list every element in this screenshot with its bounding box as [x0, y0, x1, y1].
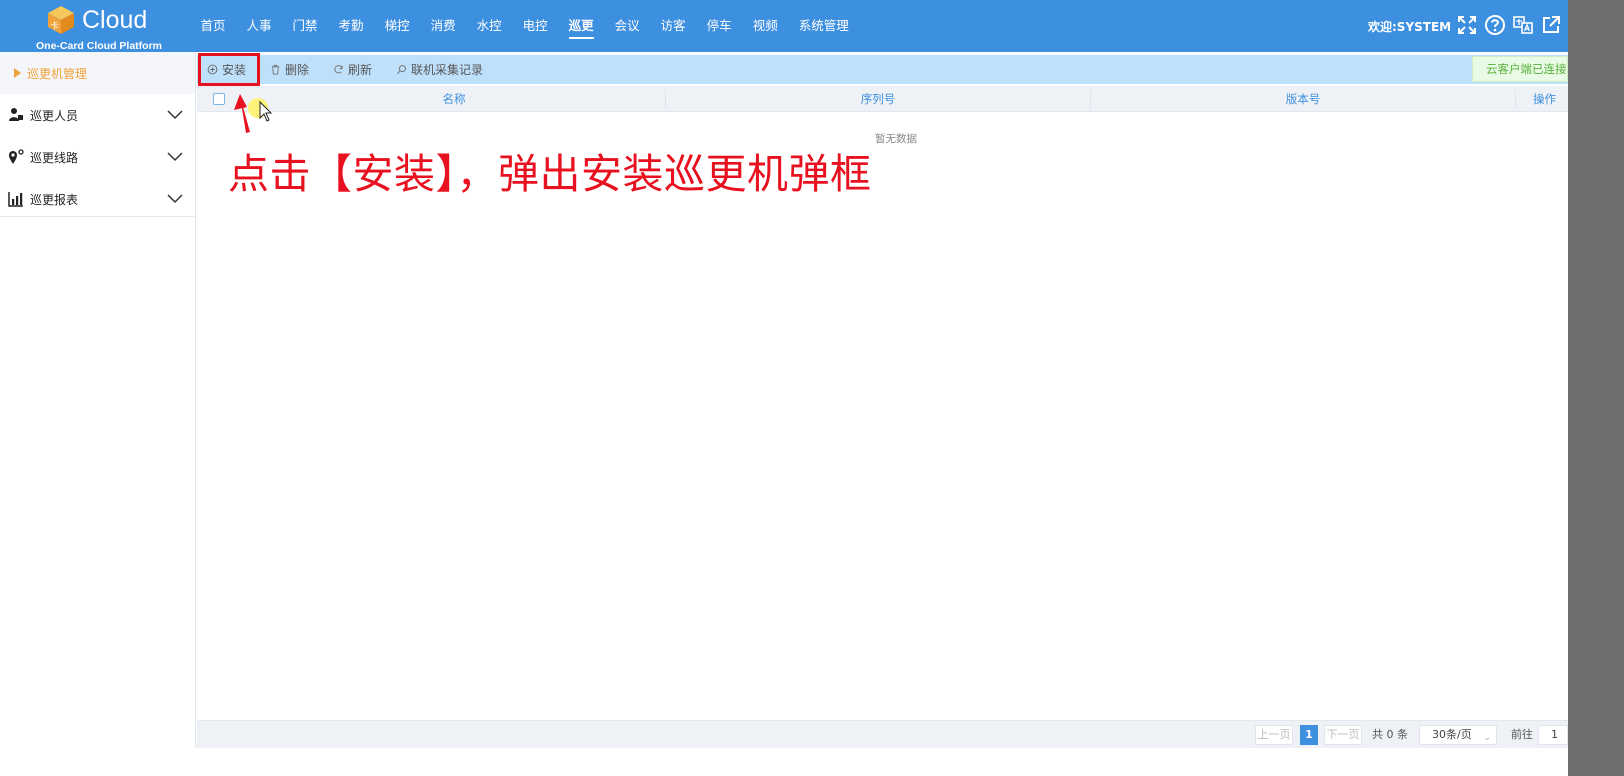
column-header-name[interactable]: 名称 — [243, 86, 665, 112]
bottom-strip — [0, 748, 1568, 776]
table-empty-text: 暂无数据 — [875, 133, 917, 145]
table-header: 名称 序列号 版本号 操作 — [197, 86, 1568, 112]
column-divider — [1515, 90, 1516, 108]
prev-page-button[interactable]: 上一页 — [1255, 725, 1293, 745]
pagination-bar: 上一页 1 下一页 共 0 条 30条/页 ⌄ 前往 1 — [197, 720, 1568, 748]
logo-cube-icon: 卡 — [48, 6, 74, 34]
nav-item-consumption[interactable]: 消费 — [431, 16, 456, 36]
help-icon[interactable] — [1484, 14, 1506, 36]
search-icon — [397, 65, 406, 75]
current-page-button[interactable]: 1 — [1300, 725, 1318, 745]
nav-item-access[interactable]: 门禁 — [293, 16, 318, 36]
app-window: 卡 Cloud One-Card Cloud Platform 首页 人事 门禁… — [0, 0, 1568, 776]
caret-right-icon — [14, 68, 21, 78]
sidebar: 巡更机管理 巡更人员 巡更线路 巡更报表 — [0, 52, 196, 776]
column-header-actions: 操作 — [1533, 92, 1556, 106]
annotation-text: 点击【安装】，弹出安装巡更机弹框 — [228, 150, 872, 198]
logo-badge: 卡 — [50, 20, 59, 32]
total-count-text: 共 0 条 — [1372, 728, 1408, 741]
nav-item-system[interactable]: 系统管理 — [799, 16, 849, 36]
top-bar: 卡 Cloud One-Card Cloud Platform 首页 人事 门禁… — [0, 0, 1568, 52]
delete-button[interactable]: 删除 — [270, 61, 309, 78]
cloud-client-status-badge: 云客户端已连接 — [1472, 56, 1568, 82]
online-records-label: 联机采集记录 — [411, 63, 484, 77]
person-icon — [9, 108, 23, 121]
nav-item-video[interactable]: 视频 — [753, 16, 778, 36]
refresh-button-label: 刷新 — [348, 63, 373, 77]
fullscreen-icon[interactable] — [1456, 14, 1478, 36]
nav-item-meeting[interactable]: 会议 — [615, 16, 640, 36]
main-nav: 首页 人事 门禁 考勤 梯控 消费 水控 电控 巡更 会议 访客 停车 视频 系… — [190, 0, 859, 52]
goto-page-input[interactable]: 1 — [1538, 725, 1568, 745]
logo[interactable]: 卡 Cloud One-Card Cloud Platform — [36, 2, 166, 52]
header-actions — [1456, 14, 1562, 36]
trash-icon — [271, 64, 280, 75]
sidebar-group-patrol-report[interactable]: 巡更报表 — [0, 178, 195, 220]
chevron-down-icon[interactable] — [167, 150, 183, 162]
delete-button-label: 删除 — [285, 63, 310, 77]
nav-item-patrol[interactable]: 巡更 — [568, 16, 594, 39]
refresh-icon — [334, 65, 343, 74]
nav-item-water[interactable]: 水控 — [477, 16, 502, 36]
route-pin-icon — [9, 149, 24, 164]
online-records-button[interactable]: 联机采集记录 — [396, 61, 483, 78]
next-page-button[interactable]: 下一页 — [1324, 725, 1362, 745]
welcome-text: 欢迎:SYSTEM — [1368, 20, 1452, 34]
sidebar-item-patrol-device[interactable]: 巡更机管理 — [0, 52, 195, 94]
chevron-down-icon[interactable] — [167, 108, 183, 120]
nav-item-power[interactable]: 电控 — [523, 16, 548, 36]
translate-icon[interactable] — [1512, 14, 1534, 36]
page-size-select[interactable]: 30条/页 ⌄ — [1419, 725, 1497, 745]
logo-subtitle: One-Card Cloud Platform — [36, 40, 163, 52]
toolbar: 安装 删除 刷新 联机采集记录 — [197, 53, 1568, 86]
sidebar-group-label: 巡更报表 — [30, 192, 79, 207]
select-all-checkbox[interactable] — [213, 93, 225, 105]
bar-chart-icon — [8, 192, 23, 207]
chevron-down-icon[interactable] — [167, 192, 183, 204]
sidebar-empty-area — [0, 216, 196, 776]
goto-label: 前往 — [1511, 728, 1533, 741]
logo-word: Cloud — [82, 6, 148, 34]
page-size-value: 30条/页 — [1432, 728, 1472, 741]
sidebar-group-label: 巡更人员 — [30, 108, 79, 123]
column-header-version[interactable]: 版本号 — [1091, 86, 1515, 112]
column-header-serial[interactable]: 序列号 — [666, 86, 1090, 112]
nav-item-home[interactable]: 首页 — [201, 16, 226, 36]
chevron-down-icon: ⌄ — [1483, 733, 1491, 743]
nav-item-personnel[interactable]: 人事 — [247, 16, 272, 36]
nav-item-elevator[interactable]: 梯控 — [385, 16, 410, 36]
sidebar-group-patrol-route[interactable]: 巡更线路 — [0, 136, 195, 178]
nav-item-attendance[interactable]: 考勤 — [339, 16, 364, 36]
nav-item-visitor[interactable]: 访客 — [661, 16, 686, 36]
install-button[interactable]: 安装 — [197, 53, 260, 86]
install-highlight-box — [198, 53, 260, 86]
nav-item-parking[interactable]: 停车 — [707, 16, 732, 36]
sidebar-item-label: 巡更机管理 — [27, 66, 88, 81]
external-link-icon[interactable] — [1540, 14, 1562, 36]
sidebar-group-label: 巡更线路 — [30, 150, 79, 165]
refresh-button[interactable]: 刷新 — [333, 61, 372, 78]
sidebar-group-patrol-staff[interactable]: 巡更人员 — [0, 94, 195, 136]
